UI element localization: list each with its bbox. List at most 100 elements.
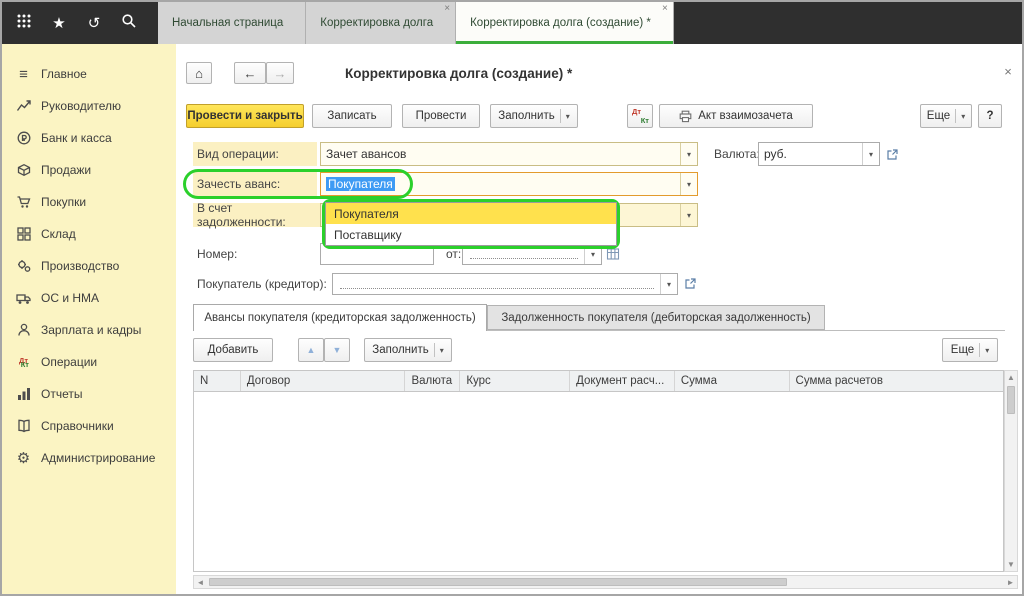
vertical-scroll-thumb[interactable]: [1007, 386, 1015, 414]
chevron-down-icon[interactable]: ▾: [680, 204, 697, 226]
write-button[interactable]: Записать: [312, 104, 392, 128]
fill-button[interactable]: Заполнить ▾: [490, 104, 578, 128]
sidebar-item-fixed-assets[interactable]: ОС и НМА: [2, 282, 176, 314]
chevron-down-icon[interactable]: ▾: [680, 173, 697, 195]
sidebar-item-label: Операции: [41, 355, 97, 369]
back-button[interactable]: ←: [234, 62, 266, 84]
close-icon[interactable]: ×: [662, 4, 668, 14]
chevron-down-icon[interactable]: ▾: [660, 274, 677, 294]
divider: [560, 109, 561, 123]
sidebar-item-manager[interactable]: Руководителю: [2, 90, 176, 122]
column-header-currency[interactable]: Валюта: [405, 371, 460, 391]
person-icon: [15, 322, 32, 339]
sidebar-item-label: Производство: [41, 259, 119, 273]
horizontal-scrollbar[interactable]: ◄ ►: [193, 575, 1018, 589]
main-menu-icon[interactable]: [15, 13, 33, 33]
move-up-button[interactable]: ▲: [298, 338, 324, 362]
scroll-down-icon[interactable]: ▼: [1005, 558, 1017, 571]
help-button[interactable]: ?: [978, 104, 1002, 128]
grid-fill-button[interactable]: Заполнить ▾: [364, 338, 452, 362]
button-label: Еще: [927, 110, 950, 122]
grid-more-button[interactable]: Еще ▾: [942, 338, 998, 362]
sidebar-item-purchases[interactable]: Покупки: [2, 186, 176, 218]
table-body-empty[interactable]: [193, 392, 1004, 572]
sidebar-item-label: ОС и НМА: [41, 291, 99, 305]
calendar-icon[interactable]: [606, 247, 620, 266]
dropdown-option-supplier[interactable]: Поставщику: [326, 224, 616, 245]
favorites-icon[interactable]: ★: [50, 14, 68, 32]
tab-label: Задолженность покупателя (дебиторская за…: [501, 312, 810, 324]
sidebar-item-label: Главное: [41, 67, 87, 81]
home-button[interactable]: ⌂: [186, 62, 212, 84]
add-row-button[interactable]: Добавить: [193, 338, 273, 362]
button-label: Провести и закрыть: [187, 110, 302, 122]
box-icon: [15, 162, 32, 179]
sidebar-item-main[interactable]: ≡ Главное: [2, 58, 176, 90]
column-header-contract[interactable]: Договор: [241, 371, 406, 391]
customer-creditor-field[interactable]: ▾: [332, 273, 678, 295]
sidebar-item-reports[interactable]: Отчеты: [2, 378, 176, 410]
tab-label: Корректировка долга: [320, 17, 433, 29]
column-header-settlement-amount[interactable]: Сумма расчетов: [790, 371, 1003, 391]
more-button[interactable]: Еще ▾: [920, 104, 972, 128]
button-label: ?: [986, 110, 993, 122]
table-header: N Договор Валюта Курс Документ расч... С…: [193, 370, 1004, 392]
offset-act-button[interactable]: Акт взаимозачета: [659, 104, 813, 128]
search-icon[interactable]: [120, 13, 138, 33]
column-header-settlement-doc[interactable]: Документ расч...: [570, 371, 675, 391]
button-label: Провести: [416, 110, 467, 122]
chevron-down-icon[interactable]: ▾: [862, 143, 879, 165]
advance-offset-field[interactable]: Покупателя ▾: [320, 172, 698, 196]
scroll-right-icon[interactable]: ►: [1004, 576, 1017, 588]
vertical-scrollbar[interactable]: ▲ ▼: [1004, 370, 1018, 572]
form-close-icon[interactable]: ×: [1000, 64, 1016, 80]
tab-buyer-debt[interactable]: Задолженность покупателя (дебиторская за…: [487, 305, 825, 330]
open-icon[interactable]: [886, 148, 899, 166]
home-icon: ⌂: [195, 66, 203, 81]
sidebar-item-bank-cash[interactable]: Банк и касса: [2, 122, 176, 154]
currency-field[interactable]: руб. ▾: [758, 142, 880, 166]
close-icon[interactable]: ×: [444, 4, 450, 14]
tab-buyer-advances[interactable]: Авансы покупателя (кредиторская задолжен…: [193, 304, 487, 331]
sidebar-item-operations[interactable]: ДтКт Операции: [2, 346, 176, 378]
horizontal-scroll-thumb[interactable]: [209, 578, 787, 586]
sidebar-item-directories[interactable]: Справочники: [2, 410, 176, 442]
column-header-rate[interactable]: Курс: [460, 371, 570, 391]
scroll-up-icon[interactable]: ▲: [1005, 371, 1017, 384]
menu-icon: ≡: [15, 66, 32, 83]
forward-icon: →: [274, 66, 287, 81]
sidebar-item-sales[interactable]: Продажи: [2, 154, 176, 186]
tab-home-page[interactable]: Начальная страница: [158, 2, 306, 44]
operation-type-field[interactable]: Зачет авансов ▾: [320, 142, 698, 166]
column-header-amount[interactable]: Сумма: [675, 371, 790, 391]
app-window: ★ ↺ Начальная страница Корректировка дол…: [0, 0, 1024, 596]
tab-debt-correction-new[interactable]: Корректировка долга (создание) * ×: [456, 2, 674, 44]
column-header-n[interactable]: N: [194, 371, 241, 391]
history-icon[interactable]: ↺: [85, 14, 103, 32]
debit-credit-icon: ДтКт: [628, 105, 652, 127]
top-panel: ★ ↺ Начальная страница Корректировка дол…: [2, 2, 1022, 44]
post-button[interactable]: Провести: [402, 104, 480, 128]
open-icon[interactable]: [684, 277, 697, 295]
divider: [979, 343, 980, 357]
back-icon: ←: [244, 66, 257, 81]
sidebar-item-administration[interactable]: ⚙ Администрирование: [2, 442, 176, 474]
sidebar-item-payroll-hr[interactable]: Зарплата и кадры: [2, 314, 176, 346]
tab-debt-correction[interactable]: Корректировка долга ×: [306, 2, 456, 44]
sidebar-item-warehouse[interactable]: Склад: [2, 218, 176, 250]
forward-button[interactable]: →: [266, 62, 294, 84]
chevron-down-icon[interactable]: ▾: [680, 143, 697, 165]
post-and-close-button[interactable]: Провести и закрыть: [186, 104, 304, 128]
sidebar-item-production[interactable]: Производство: [2, 250, 176, 282]
window-tabs: Начальная страница Корректировка долга ×…: [158, 2, 674, 44]
debit-credit-button[interactable]: ДтКт: [627, 104, 653, 128]
arrow-up-icon: ▲: [307, 345, 316, 355]
page-title: Корректировка долга (создание) *: [345, 66, 572, 81]
dropdown-list: Покупателя Поставщику: [325, 202, 617, 246]
sidebar-item-label: Покупки: [41, 195, 86, 209]
move-down-button[interactable]: ▼: [324, 338, 350, 362]
dropdown-option-buyer[interactable]: Покупателя: [326, 203, 616, 224]
sidebar-item-label: Администрирование: [41, 451, 155, 465]
gear-icon: ⚙: [15, 450, 32, 467]
scroll-left-icon[interactable]: ◄: [194, 576, 207, 588]
